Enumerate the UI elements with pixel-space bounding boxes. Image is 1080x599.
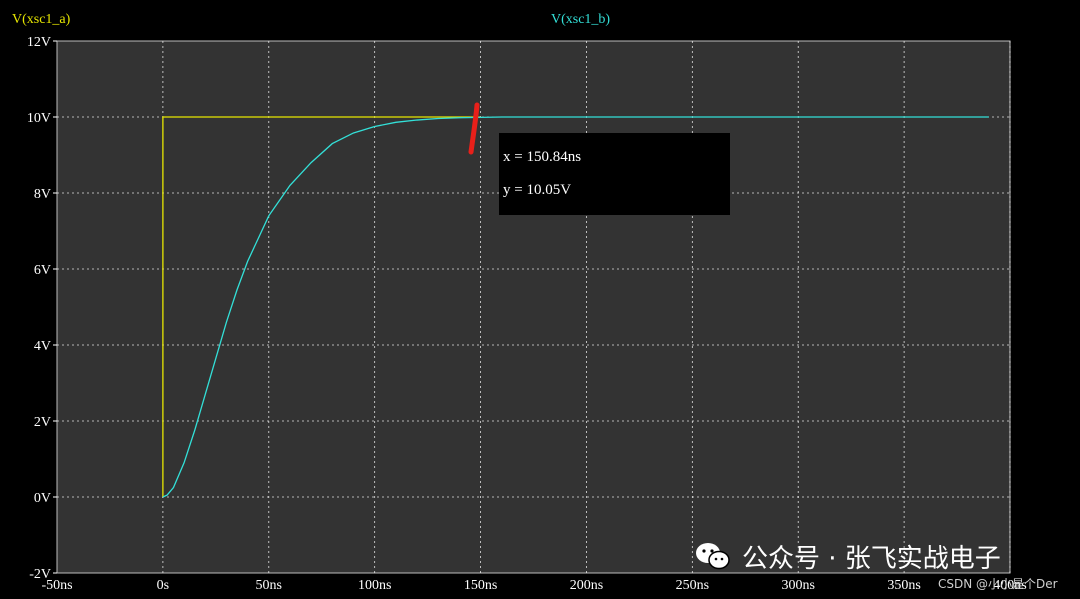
y-tick-label: 6V — [34, 263, 51, 278]
plot-area[interactable] — [56, 40, 1011, 574]
x-tick-label: 250ns — [676, 578, 709, 593]
y-tick-label: 2V — [34, 415, 51, 430]
x-axis-ticks: -50ns 0s 50ns 100ns 150ns 200ns 250ns 300ns 350n… — [41, 578, 1026, 593]
cursor-readout: x = 150.84ns y = 10.05V — [499, 133, 730, 215]
wechat-icon — [696, 543, 730, 570]
y-tick-label: 4V — [34, 339, 51, 354]
x-tick-label: 50ns — [256, 578, 282, 593]
x-tick-label: 200ns — [570, 578, 603, 593]
cursor-x-readout: x = 150.84ns — [503, 149, 582, 165]
watermark-text: 公众号 · 张飞实战电子 — [742, 543, 1001, 574]
x-tick-label: 300ns — [781, 578, 814, 593]
x-tick-label: 150ns — [464, 578, 497, 593]
oscilloscope-window: 12V 10V 8V 6V 4V 2V 0V -2V -50ns 0s 50ns 100ns 150n… — [0, 0, 1080, 599]
y-tick-label: 8V — [34, 187, 51, 202]
x-tick-label: -50ns — [41, 578, 72, 593]
csdn-credit: CSDN @小小是个Der — [938, 577, 1058, 591]
grapher-plot[interactable]: 12V10V8V6V4V2V0V-2V -50ns 0s 50ns 100ns 150n… — [0, 0, 1080, 599]
watermark: 公众号 · 张飞实战电子 — [694, 534, 1001, 578]
y-tick-label: 12V — [27, 35, 51, 50]
y-tick-label: 10V — [27, 111, 51, 126]
legend-label-a: V(xsc1_a) — [12, 12, 71, 27]
legend-label-b: V(xsc1_b) — [551, 12, 610, 27]
cursor-y-readout: y = 10.05V — [503, 182, 572, 198]
x-tick-label: 100ns — [358, 578, 391, 593]
y-axis-ticks: 12V10V8V6V4V2V0V-2V — [27, 35, 57, 582]
y-tick-label: 0V — [34, 491, 51, 506]
x-tick-label: 0s — [157, 578, 169, 593]
x-tick-label: 350ns — [887, 578, 920, 593]
